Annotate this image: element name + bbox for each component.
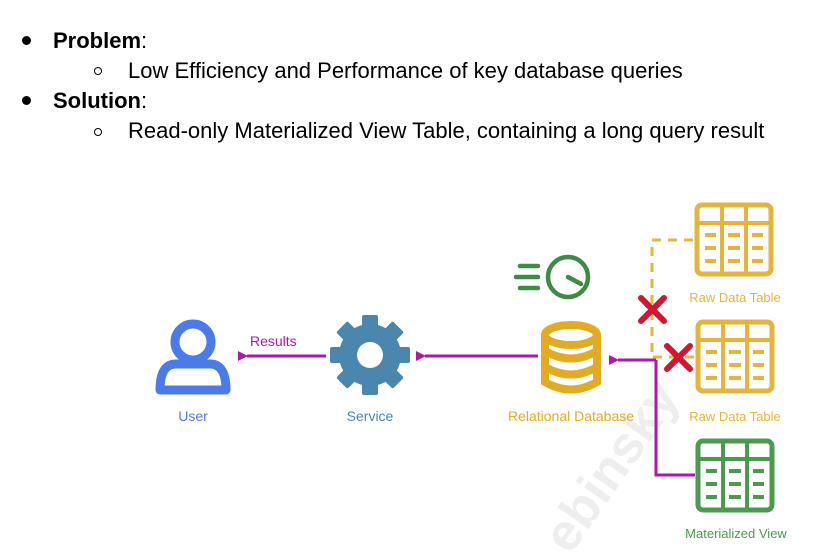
service-label: Service	[347, 408, 394, 424]
materialized-view-icon	[695, 438, 775, 513]
architecture-diagram: ebinsky User Service Results Relational …	[155, 202, 787, 559]
raw-data-table-icon-2	[695, 319, 775, 394]
database-label: Relational Database	[508, 408, 634, 424]
clock-icon	[513, 254, 591, 300]
watermark-text: ebinsky	[532, 371, 691, 559]
user-icon	[155, 319, 231, 395]
raw-table-1-label: Raw Data Table	[689, 290, 781, 305]
user-label: User	[178, 408, 208, 424]
raw-data-table-icon-1	[694, 202, 774, 277]
results-label: Results	[250, 333, 297, 349]
gear-icon	[330, 315, 410, 395]
raw-table-1-dashed-link	[650, 238, 693, 358]
raw-table-2-label: Raw Data Table	[689, 409, 781, 424]
database-icon	[541, 321, 601, 394]
materialized-view-label: Materialized View	[685, 526, 787, 541]
